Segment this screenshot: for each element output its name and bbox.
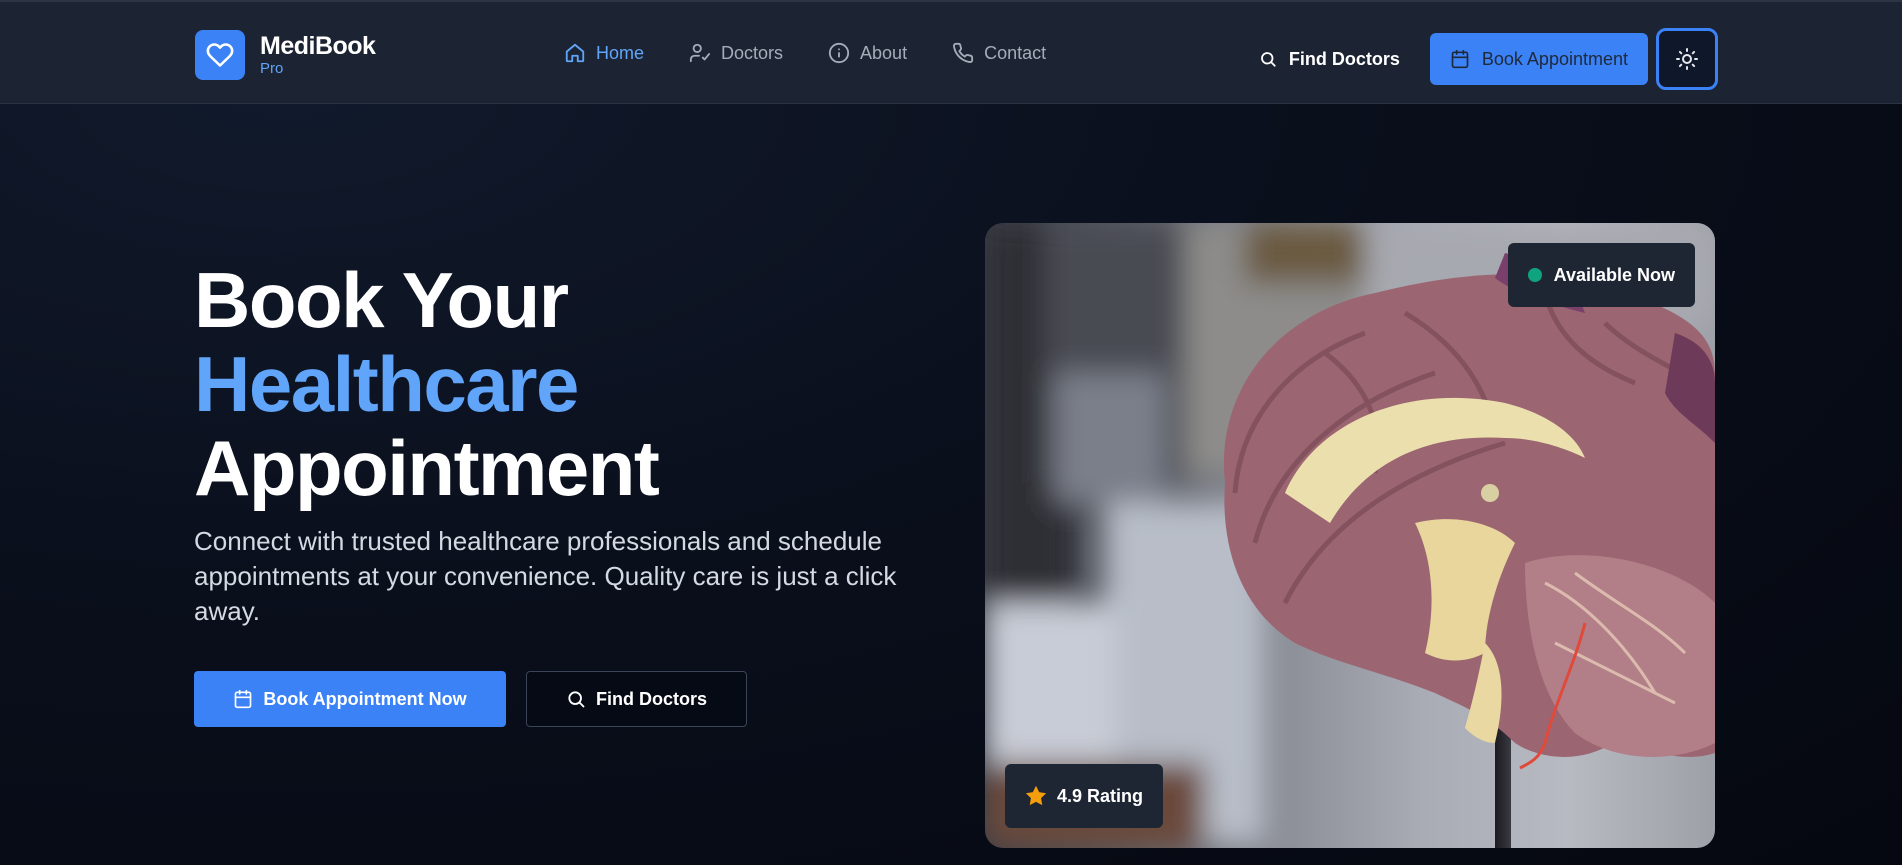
- rating-badge: 4.9 Rating: [1005, 764, 1164, 828]
- nav-link-label: Contact: [984, 42, 1047, 63]
- search-icon: [1260, 52, 1276, 67]
- hero-description: Connect with trusted healthcare professi…: [194, 526, 897, 626]
- book-appointment-now-button[interactable]: Book Appointment Now: [194, 671, 506, 727]
- available-now-badge: Available Now: [1507, 243, 1695, 307]
- available-now-label: Available Now: [1553, 264, 1675, 285]
- nav-link-about[interactable]: About: [828, 42, 907, 64]
- rating-label: 4.9 Rating: [1057, 785, 1144, 806]
- find-doctors-link[interactable]: Find Doctors: [1259, 49, 1400, 70]
- brand-subtitle: Pro: [260, 59, 284, 77]
- secondary-button-label: Find Doctors: [596, 688, 707, 709]
- search-icon: [568, 691, 585, 708]
- find-doctors-button[interactable]: Find Doctors: [526, 671, 747, 727]
- hero-title-accent: Healthcare: [194, 340, 579, 428]
- hero-title-line1: Book Your: [194, 256, 569, 344]
- top-navbar: MediBook Pro Home Doctors About Contact …: [0, 0, 1902, 104]
- user-check-icon: [689, 43, 711, 63]
- brand-name: MediBook: [260, 32, 376, 60]
- info-icon: [828, 42, 850, 64]
- status-dot-icon: [1527, 268, 1542, 282]
- nav-link-label: Doctors: [721, 42, 784, 63]
- brain-model-image: [985, 223, 1715, 848]
- nav-link-contact[interactable]: Contact: [952, 42, 1046, 64]
- sun-icon: [1676, 48, 1698, 70]
- nav-link-label: About: [860, 42, 908, 63]
- nav-link-label: Home: [596, 42, 645, 63]
- heart-icon: [195, 30, 245, 80]
- book-appointment-button[interactable]: Book Appointment: [1429, 33, 1648, 85]
- book-appointment-label: Book Appointment: [1481, 48, 1628, 69]
- theme-toggle-button[interactable]: [1656, 28, 1718, 90]
- find-doctors-label: Find Doctors: [1288, 48, 1400, 69]
- main-nav: Home Doctors About Contact: [564, 42, 1046, 64]
- hero-title: Book Your Healthcare Appointment: [194, 256, 660, 512]
- nav-link-home[interactable]: Home: [564, 42, 644, 64]
- calendar-icon: [1451, 49, 1469, 69]
- nav-actions: Find Doctors Book Appointment: [1259, 28, 1718, 90]
- phone-icon: [953, 42, 974, 63]
- hero-title-line3: Appointment: [194, 424, 660, 512]
- calendar-icon: [235, 689, 252, 709]
- hero-actions: Book Appointment Now Find Doctors: [194, 671, 747, 727]
- hero-image-card: Available Now 4.9 Rating: [985, 223, 1715, 848]
- home-icon: [565, 43, 585, 63]
- nav-link-doctors[interactable]: Doctors: [689, 42, 783, 64]
- primary-button-label: Book Appointment Now: [263, 688, 467, 709]
- star-icon: [1025, 785, 1047, 806]
- brand-logo[interactable]: MediBook Pro: [195, 30, 376, 80]
